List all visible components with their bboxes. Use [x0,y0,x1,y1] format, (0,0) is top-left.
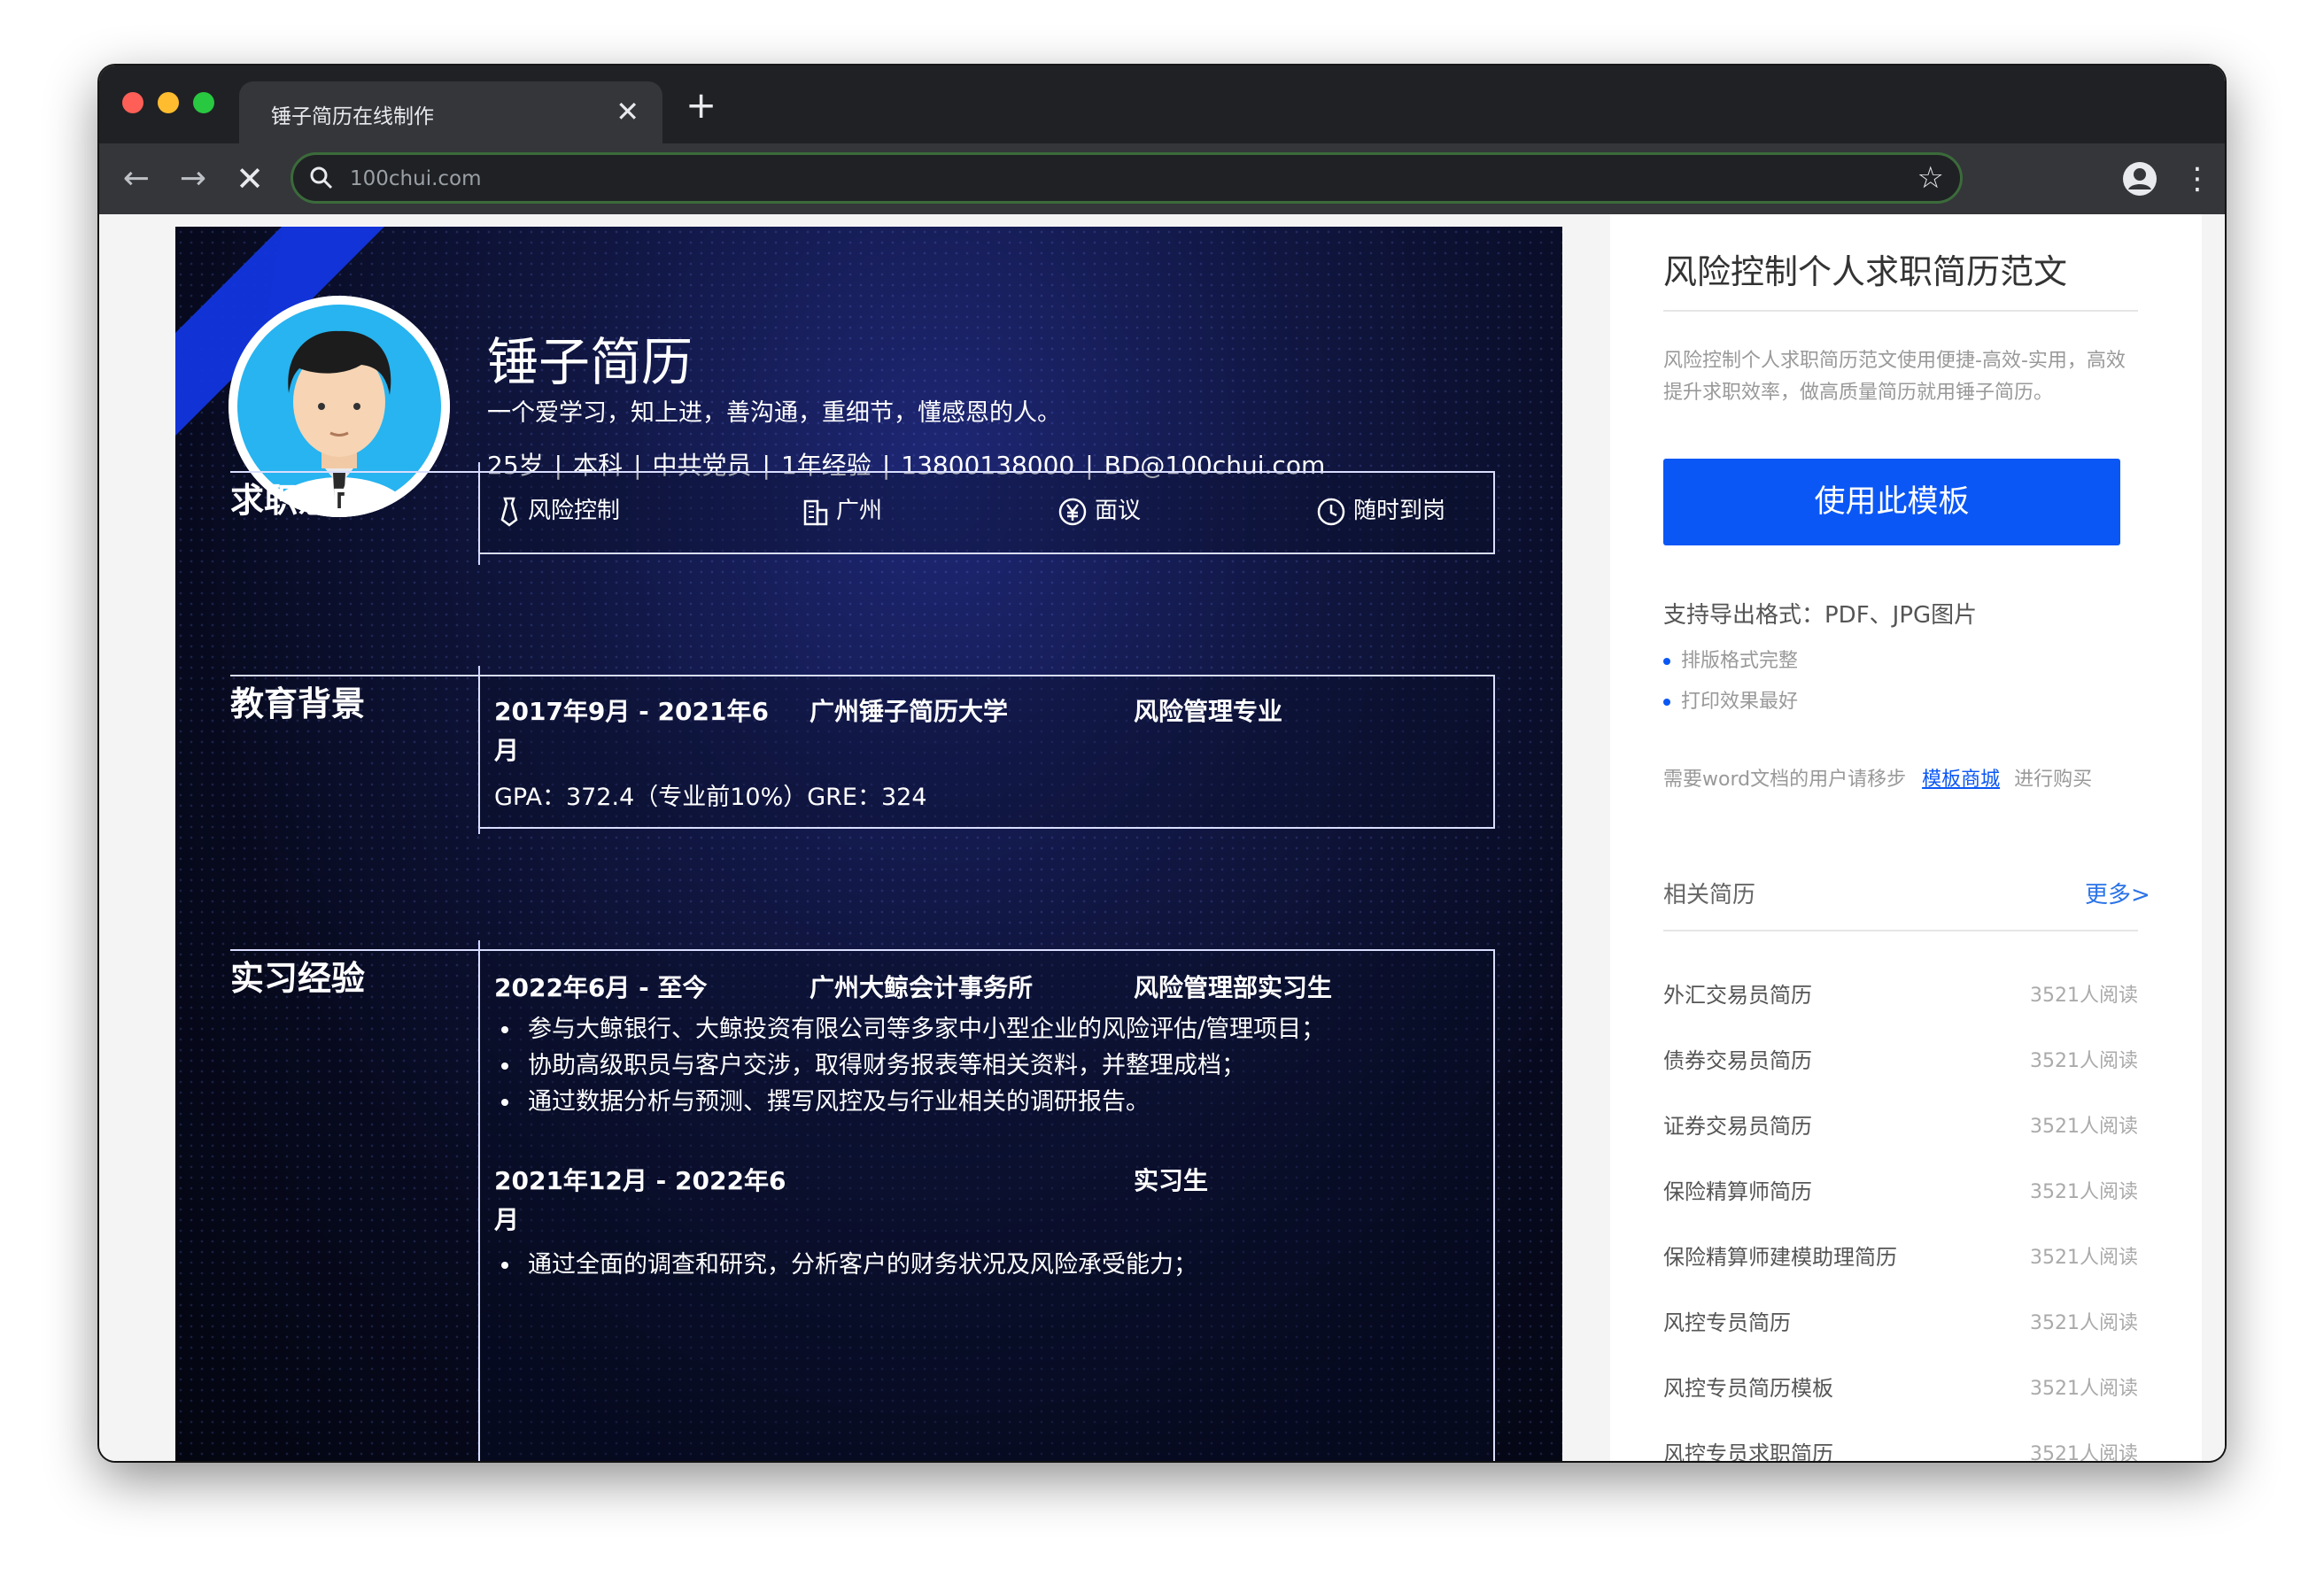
bullet-dot-icon [1663,699,1670,706]
related-resume-item[interactable]: 保险精算师建模助理简历 3521人阅读 [1663,1240,2138,1275]
browser-tab[interactable]: 锤子简历在线制作 ✕ [239,81,662,143]
profile-icon[interactable] [2122,161,2157,197]
divider [1663,310,2138,312]
clock-icon [1317,498,1345,525]
building-icon [803,499,828,525]
template-title: 风险控制个人求职简历范文 [1663,252,2068,291]
more-link[interactable]: 更多> [2085,877,2150,909]
job-bullet: 参与大鲸银行、大鲸投资有限公司等多家中小型企业的风险评估/管理项目； [496,1011,1325,1047]
intent-availability: 随时到岗 [1316,492,1445,527]
job-bullets: 参与大鲸银行、大鲸投资有限公司等多家中小型企业的风险评估/管理项目； 协助高级职… [496,1011,1325,1120]
job-role: 实习生 [1134,1166,1209,1195]
tab-title: 锤子简历在线制作 [271,105,434,128]
job-role: 风险管理部实习生 [1134,973,1333,1002]
feature-item: 打印效果最好 [1663,685,1798,714]
section-title-education: 教育背景 [230,684,366,723]
job-company: 广州大鲸会计事务所 [810,973,1034,1002]
job-bullet: 协助高级职员与客户交涉，取得财务报表等相关资料，并整理成档； [496,1047,1325,1084]
page-viewport: 锤子简历 一个爱学习，知上进，善沟通，重细节，懂感恩的人。 25岁 | 本科 | 中共党… [99,214,2225,1461]
more-menu-icon[interactable]: ⋮ [2182,158,2212,200]
tab-bar: 锤子简历在线制作 ✕ + [99,66,2225,143]
related-resume-item[interactable]: 风控专员简历 3521人阅读 [1663,1305,2138,1341]
internship-box: 2022年6月 - 至今 广州大鲸会计事务所 风险管理部实习生 参与大鲸银行、大… [478,949,1495,1461]
education-major: 风险管理专业 [1134,697,1283,726]
job-bullet: 通过全面的调查和研究，分析客户的财务状况及风险承受能力； [496,1247,1197,1283]
resume-preview: 锤子简历 一个爱学习，知上进，善沟通，重细节，懂感恩的人。 25岁 | 本科 | 中共党… [175,227,1562,1461]
intent-box: 风险控制 广州 面议 随时到岗 [478,471,1495,554]
feature-item: 排版格式完整 [1663,645,1798,673]
search-icon [310,166,333,189]
section-title-intent: 求职意向 [230,481,366,520]
yen-icon [1058,498,1087,525]
url-text[interactable]: 100chui.com [350,167,482,190]
related-resume-item[interactable]: 保险精算师简历 3521人阅读 [1663,1174,2138,1209]
minimize-window-button[interactable] [158,92,179,113]
tab-close-icon[interactable]: ✕ [616,94,639,129]
word-doc-note: 需要word文档的用户请移步 模板商城 进行购买 [1663,769,2093,791]
related-resume-item[interactable]: 外汇交易员简历 3521人阅读 [1663,978,2138,1013]
related-resume-item[interactable]: 风控专员求职简历 3521人阅读 [1663,1436,2138,1461]
related-title: 相关简历 [1663,882,1756,908]
bullet-dot-icon [1663,658,1670,665]
stop-loading-icon[interactable]: ✕ [230,159,269,198]
divider [1663,930,2138,931]
address-bar[interactable]: 100chui.com ☆ [290,152,1963,204]
bookmark-star-icon[interactable]: ☆ [1917,160,1944,196]
new-tab-button[interactable]: + [686,85,717,126]
job-bullets: 通过全面的调查和研究，分析客户的财务状况及风险承受能力； [496,1247,1197,1283]
use-template-button[interactable]: 使用此模板 [1663,459,2120,545]
job-period: 2022年6月 - 至今 [494,973,708,1002]
education-school: 广州锤子简历大学 [810,697,1009,726]
close-window-button[interactable] [122,92,143,113]
job-period: 2021年12月 - 2022年6 月 [494,1166,786,1234]
browser-toolbar: ← → ✕ 100chui.com ☆ ⋮ [99,143,2225,214]
tie-icon [500,497,518,527]
template-store-link[interactable]: 模板商城 [1922,769,2000,791]
resume-name: 锤子简历 [487,332,693,392]
related-resume-item[interactable]: 债券交易员简历 3521人阅读 [1663,1043,2138,1078]
intent-city: 广州 [802,492,882,526]
resume-tagline: 一个爱学习，知上进，善沟通，重细节，懂感恩的人。 [487,399,1061,427]
forward-arrow-icon[interactable]: → [174,159,213,198]
template-description: 风险控制个人求职简历范文使用便捷-高效-实用，高效提升求职效率，做高质量简历就用… [1663,350,2126,404]
intent-salary: 面议 [1057,492,1141,527]
export-formats: 支持导出格式：PDF、JPG图片 [1663,602,1978,629]
maximize-window-button[interactable] [193,92,214,113]
job-bullet: 通过数据分析与预测、撰写风控及与行业相关的调研报告。 [496,1084,1325,1120]
intent-position: 风险控制 [498,492,620,527]
education-period: 2017年9月 - 2021年6 月 [494,697,769,765]
related-resume-item[interactable]: 证券交易员简历 3521人阅读 [1663,1109,2138,1144]
education-box: 2017年9月 - 2021年6 月 广州锤子简历大学 风险管理专业 GPA：3… [478,675,1495,829]
related-resume-item[interactable]: 风控专员简历模板 3521人阅读 [1663,1371,2138,1406]
template-sidebar: 风险控制个人求职简历范文 风险控制个人求职简历范文使用便捷-高效-实用，高效提升… [1610,214,2202,1461]
browser-window: 锤子简历在线制作 ✕ + ← → ✕ 100chui.com ☆ ⋮ 锤子简历 … [99,66,2225,1461]
education-detail: GPA：372.4（专业前10%）GRE：324 [494,784,927,811]
section-title-internship: 实习经验 [230,959,366,998]
back-arrow-icon[interactable]: ← [117,159,156,198]
